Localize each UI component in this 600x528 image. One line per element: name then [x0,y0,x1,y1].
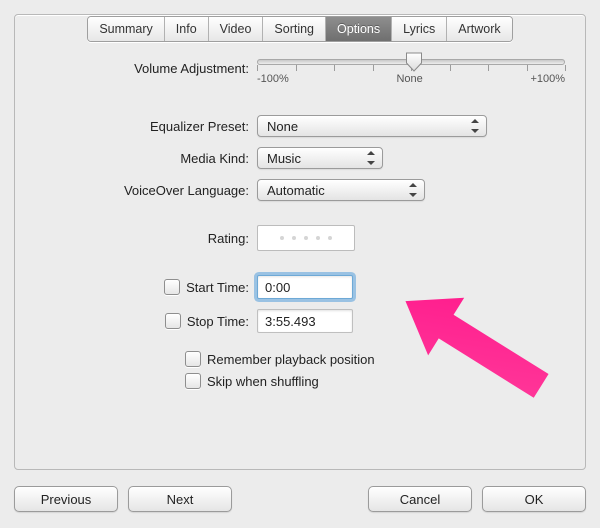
rating-dot [328,236,332,240]
slider-min-label: -100% [257,73,289,87]
voiceover-select[interactable]: Automatic [257,179,425,201]
stop-time-label-group: Stop Time: [29,313,257,329]
options-dialog: Summary Info Video Sorting Options Lyric… [14,14,586,470]
start-time-label-group: Start Time: [29,279,257,295]
tab-info[interactable]: Info [165,17,209,41]
rating-dot [304,236,308,240]
tab-lyrics[interactable]: Lyrics [392,17,447,41]
tab-label: Info [176,22,197,36]
volume-label: Volume Adjustment: [29,61,257,76]
slider-max-label: +100% [530,73,565,87]
start-time-checkbox[interactable] [164,279,180,295]
tab-sorting[interactable]: Sorting [263,17,326,41]
equalizer-select[interactable]: None [257,115,487,137]
tab-label: Lyrics [403,22,435,36]
tab-options[interactable]: Options [326,17,392,41]
start-time-field[interactable]: 0:00 [257,275,353,299]
tab-summary[interactable]: Summary [88,17,164,41]
volume-slider[interactable]: -100% None +100% [257,51,571,85]
equalizer-value: None [267,119,298,134]
tab-label: Video [220,22,252,36]
media-kind-select[interactable]: Music [257,147,383,169]
media-kind-value: Music [267,151,301,166]
tab-label: Sorting [274,22,314,36]
start-time-value: 0:00 [265,280,290,295]
slider-scale-labels: -100% None +100% [257,73,565,87]
remember-position-label: Remember playback position [207,352,375,367]
options-form: Volume Adjustment: [29,51,571,455]
start-time-label: Start Time: [186,280,249,295]
button-label: Previous [41,492,92,507]
equalizer-label: Equalizer Preset: [29,119,257,134]
media-kind-label: Media Kind: [29,151,257,166]
button-label: Cancel [400,492,440,507]
next-button[interactable]: Next [128,486,232,512]
updown-arrows-icon [470,119,480,133]
rating-dot [280,236,284,240]
skip-shuffling-checkbox[interactable] [185,373,201,389]
rating-label: Rating: [29,231,257,246]
remember-position-checkbox[interactable] [185,351,201,367]
voiceover-value: Automatic [267,183,325,198]
stop-time-field[interactable]: 3:55.493 [257,309,353,333]
cancel-button[interactable]: Cancel [368,486,472,512]
updown-arrows-icon [408,183,418,197]
rating-dot [292,236,296,240]
slider-thumb[interactable] [406,52,423,72]
ok-button[interactable]: OK [482,486,586,512]
tab-artwork[interactable]: Artwork [447,17,511,41]
dialog-button-bar: Previous Next Cancel OK [14,484,586,514]
tab-bar: Summary Info Video Sorting Options Lyric… [15,14,585,42]
button-label: Next [167,492,194,507]
voiceover-label: VoiceOver Language: [29,183,257,198]
stop-time-checkbox[interactable] [165,313,181,329]
tab-label: Artwork [458,22,500,36]
previous-button[interactable]: Previous [14,486,118,512]
tab-strip: Summary Info Video Sorting Options Lyric… [87,16,512,42]
tab-label: Summary [99,22,152,36]
tab-video[interactable]: Video [209,17,264,41]
stop-time-label: Stop Time: [187,314,249,329]
rating-control[interactable] [257,225,355,251]
rating-dot [316,236,320,240]
tab-label: Options [337,22,380,36]
button-label: OK [525,492,544,507]
updown-arrows-icon [366,151,376,165]
skip-shuffling-label: Skip when shuffling [207,374,319,389]
slider-mid-label: None [396,73,422,87]
stop-time-value: 3:55.493 [265,314,316,329]
